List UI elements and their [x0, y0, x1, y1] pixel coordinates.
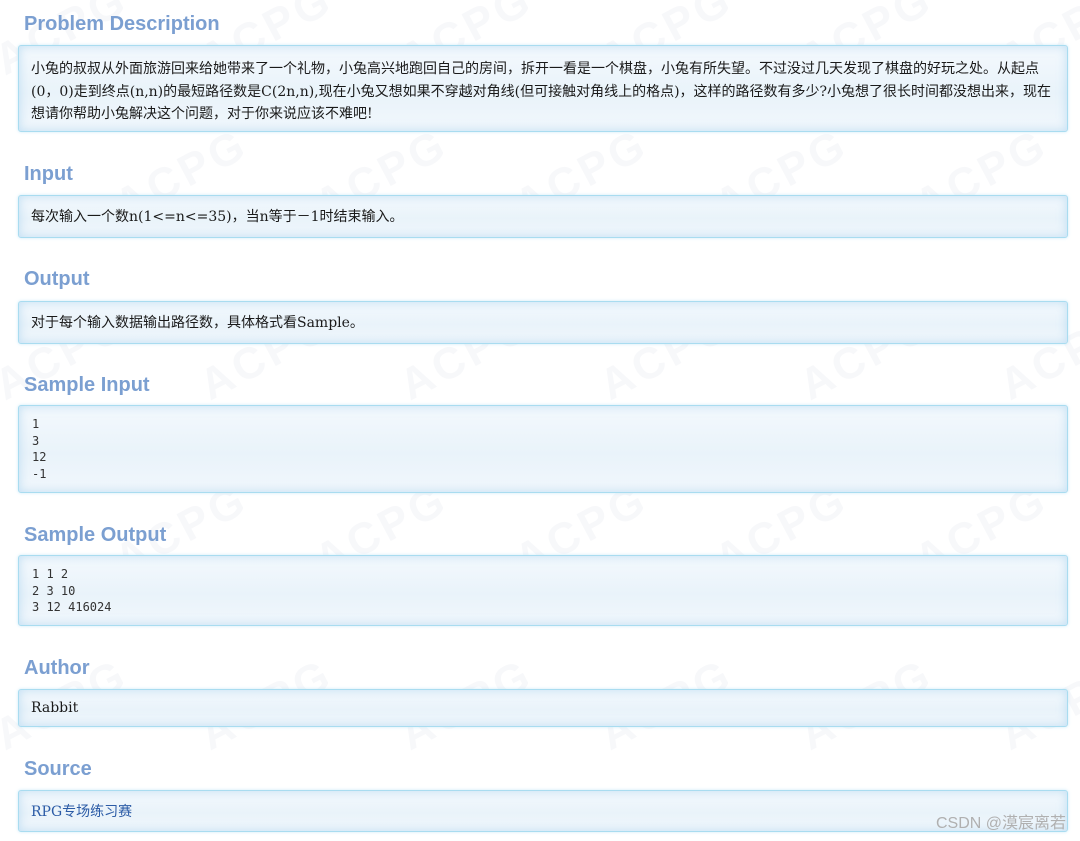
output-text: 对于每个输入数据输出路径数，具体格式看Sample。: [31, 315, 364, 331]
sample-input-heading: Sample Input: [24, 374, 150, 396]
input-heading: Input: [24, 163, 73, 185]
sample-output-line: 1 1 2: [32, 567, 69, 581]
sample-output-line: 3 12 416024: [32, 600, 112, 614]
source-link[interactable]: RPG专场练习赛: [31, 804, 132, 820]
author-panel: Rabbit: [18, 689, 1068, 727]
sample-input-line: 1: [32, 417, 40, 431]
input-panel: 每次输入一个数n(1<=n<=35)，当n等于－1时结束输入。: [18, 195, 1068, 238]
output-heading: Output: [24, 268, 90, 290]
sample-output-panel: 1 1 2 2 3 10 3 12 416024: [18, 555, 1068, 626]
problem-description-heading: Problem Description: [24, 13, 220, 35]
csdn-credit-watermark: CSDN @漠宸离若: [935, 815, 1066, 832]
source-panel: RPG专场练习赛: [18, 790, 1068, 832]
sample-input-panel: 1 3 12 -1: [18, 405, 1068, 493]
author-heading: Author: [24, 657, 90, 679]
source-heading: Source: [24, 758, 92, 780]
sample-input-line: -1: [32, 466, 47, 481]
sample-output-heading: Sample Output: [24, 524, 167, 546]
sample-input-line: 3: [32, 433, 40, 448]
problem-description-text: 小兔的叔叔从外面旅游回来给她带来了一个礼物，小兔高兴地跑回自己的房间，拆开一看是…: [31, 61, 1052, 122]
output-panel: 对于每个输入数据输出路径数，具体格式看Sample。: [18, 301, 1068, 344]
sample-input-line: 12: [32, 450, 47, 464]
input-text: 每次输入一个数n(1<=n<=35)，当n等于－1时结束输入。: [31, 209, 404, 225]
sample-output-line: 2 3 10: [32, 583, 76, 598]
problem-description-panel: 小兔的叔叔从外面旅游回来给她带来了一个礼物，小兔高兴地跑回自己的房间，拆开一看是…: [18, 45, 1068, 132]
author-name: Rabbit: [31, 700, 79, 716]
